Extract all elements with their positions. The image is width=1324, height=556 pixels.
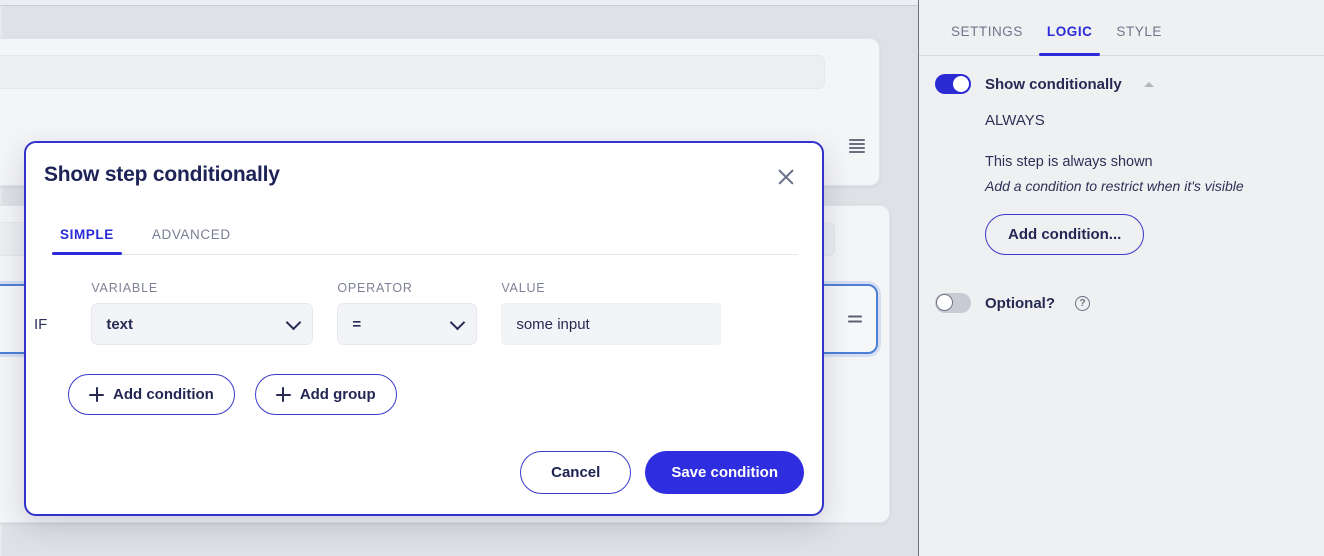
drag-handle-icon[interactable] — [849, 139, 865, 153]
chevron-down-icon — [286, 314, 302, 331]
sidebar-tab-bar: SETTINGS LOGIC STYLE — [919, 0, 1324, 56]
form-field-placeholder[interactable] — [0, 55, 825, 89]
dialog-title: Show step conditionally — [44, 163, 280, 186]
question-mark-icon[interactable]: ? — [1075, 295, 1090, 311]
variable-field-group: VARIABLE text — [91, 281, 314, 345]
value-field-group: VALUE — [501, 277, 722, 345]
plus-icon — [89, 387, 104, 402]
optional-toggle[interactable] — [935, 293, 971, 313]
show-conditionally-toggle[interactable] — [935, 74, 971, 94]
show-conditionally-row: Show conditionally — [935, 74, 1304, 94]
save-condition-button[interactable]: Save condition — [645, 451, 804, 494]
toggle-knob — [953, 76, 969, 92]
add-condition-button[interactable]: Add condition — [68, 374, 235, 415]
show-step-conditionally-dialog: Show step conditionally SIMPLE ADVANCED … — [24, 141, 824, 516]
optional-label: Optional? — [985, 294, 1055, 312]
caret-up-icon[interactable] — [1143, 81, 1154, 87]
dialog-header: Show step conditionally — [26, 143, 822, 189]
operator-select-value: = — [352, 315, 362, 333]
show-conditionally-details: ALWAYS This step is always shown Add a c… — [935, 112, 1304, 255]
add-condition-button[interactable]: Add condition... — [985, 214, 1145, 255]
toggle-knob — [936, 294, 953, 311]
sidebar-content: Show conditionally ALWAYS This step is a… — [919, 56, 1324, 313]
dialog-footer: Cancel Save condition — [520, 451, 804, 494]
tab-settings[interactable]: SETTINGS — [939, 24, 1035, 55]
if-label: IF — [34, 316, 48, 333]
tab-style[interactable]: STYLE — [1104, 24, 1174, 55]
condition-hint: Add a condition to restrict when it's vi… — [985, 178, 1244, 194]
tab-advanced[interactable]: ADVANCED — [144, 227, 239, 254]
condition-description: This step is always shown — [985, 154, 1153, 170]
add-condition-label: Add condition — [113, 386, 214, 403]
tab-simple[interactable]: SIMPLE — [52, 227, 122, 255]
app-root: SETTINGS LOGIC STYLE Show conditionally … — [0, 0, 1324, 556]
show-conditionally-label: Show conditionally — [985, 75, 1122, 93]
variable-label: VARIABLE — [91, 281, 158, 295]
value-input[interactable] — [501, 303, 722, 345]
optional-row: Optional? ? — [935, 293, 1304, 313]
properties-sidebar: SETTINGS LOGIC STYLE Show conditionally … — [918, 0, 1324, 556]
drag-handle-icon[interactable] — [848, 315, 862, 323]
canvas-topbar — [0, 0, 918, 6]
add-buttons-row: Add condition Add group — [26, 345, 822, 415]
condition-mode-label: ALWAYS — [985, 112, 1045, 129]
chevron-down-icon — [450, 314, 466, 331]
add-group-button[interactable]: Add group — [254, 374, 397, 415]
variable-select-value: text — [106, 315, 134, 333]
add-group-label: Add group — [299, 386, 376, 403]
value-label: VALUE — [501, 281, 546, 295]
close-x-icon[interactable] — [774, 165, 798, 189]
add-condition-label: Add condition... — [1008, 226, 1122, 243]
dialog-tab-bar: SIMPLE ADVANCED — [52, 227, 798, 255]
condition-row: IF VARIABLE text OPERATOR = VALUE — [26, 255, 822, 345]
operator-label: OPERATOR — [337, 281, 413, 295]
variable-select[interactable]: text — [91, 303, 314, 345]
plus-icon — [275, 387, 291, 402]
cancel-button[interactable]: Cancel — [520, 451, 632, 494]
operator-select[interactable]: = — [337, 303, 478, 345]
operator-field-group: OPERATOR = — [337, 281, 478, 345]
tab-logic[interactable]: LOGIC — [1035, 24, 1105, 56]
